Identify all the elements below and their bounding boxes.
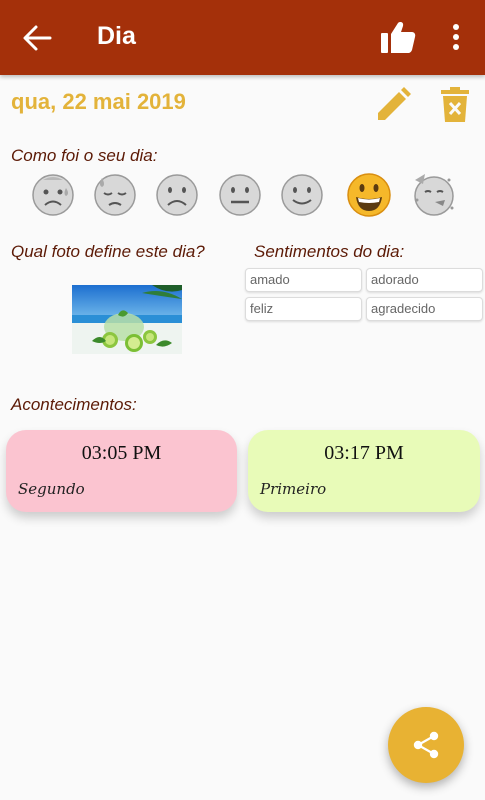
delete-icon[interactable] [438,86,472,124]
thumbs-up-icon[interactable] [380,20,416,54]
downcast-sweat-face-icon[interactable] [92,172,138,218]
anxious-sweat-face-icon[interactable] [30,172,76,218]
grinning-face-icon[interactable] [346,172,392,218]
slightly-smiling-face-icon[interactable] [279,172,325,218]
event-note: Segundo [18,480,85,498]
event-time: 03:17 PM [324,442,404,464]
mojito-photo-image [72,285,182,354]
feeling-chip[interactable]: amado [245,268,362,292]
edit-icon[interactable] [374,86,412,124]
photo-question-label: Qual foto define este dia? [11,242,205,261]
feeling-chip[interactable]: adorado [366,268,483,292]
mood-question-label: Como foi o seu dia: [11,146,158,165]
arrow-back-icon[interactable] [22,24,52,52]
frowning-face-icon[interactable] [154,172,200,218]
share-icon [413,731,439,759]
event-note: Primeiro [260,480,327,498]
event-card[interactable]: 03:05 PM Segundo [6,430,237,512]
more-vert-icon[interactable] [446,22,466,52]
mood-selector [22,172,472,222]
neutral-face-icon[interactable] [217,172,263,218]
app-bar: Dia [0,0,485,75]
feeling-chip[interactable]: feliz [245,297,362,321]
day-date: qua, 22 mai 2019 [11,89,186,114]
day-photo[interactable] [72,285,182,354]
feelings-title-label: Sentimentos do dia: [254,242,405,261]
event-card[interactable]: 03:17 PM Primeiro [248,430,480,512]
partying-face-icon[interactable] [411,172,457,218]
share-button[interactable] [388,707,464,783]
page-title: Dia [97,22,136,50]
feeling-chip[interactable]: agradecido [366,297,483,321]
events-title-label: Acontecimentos: [11,395,137,414]
event-time: 03:05 PM [81,442,162,464]
